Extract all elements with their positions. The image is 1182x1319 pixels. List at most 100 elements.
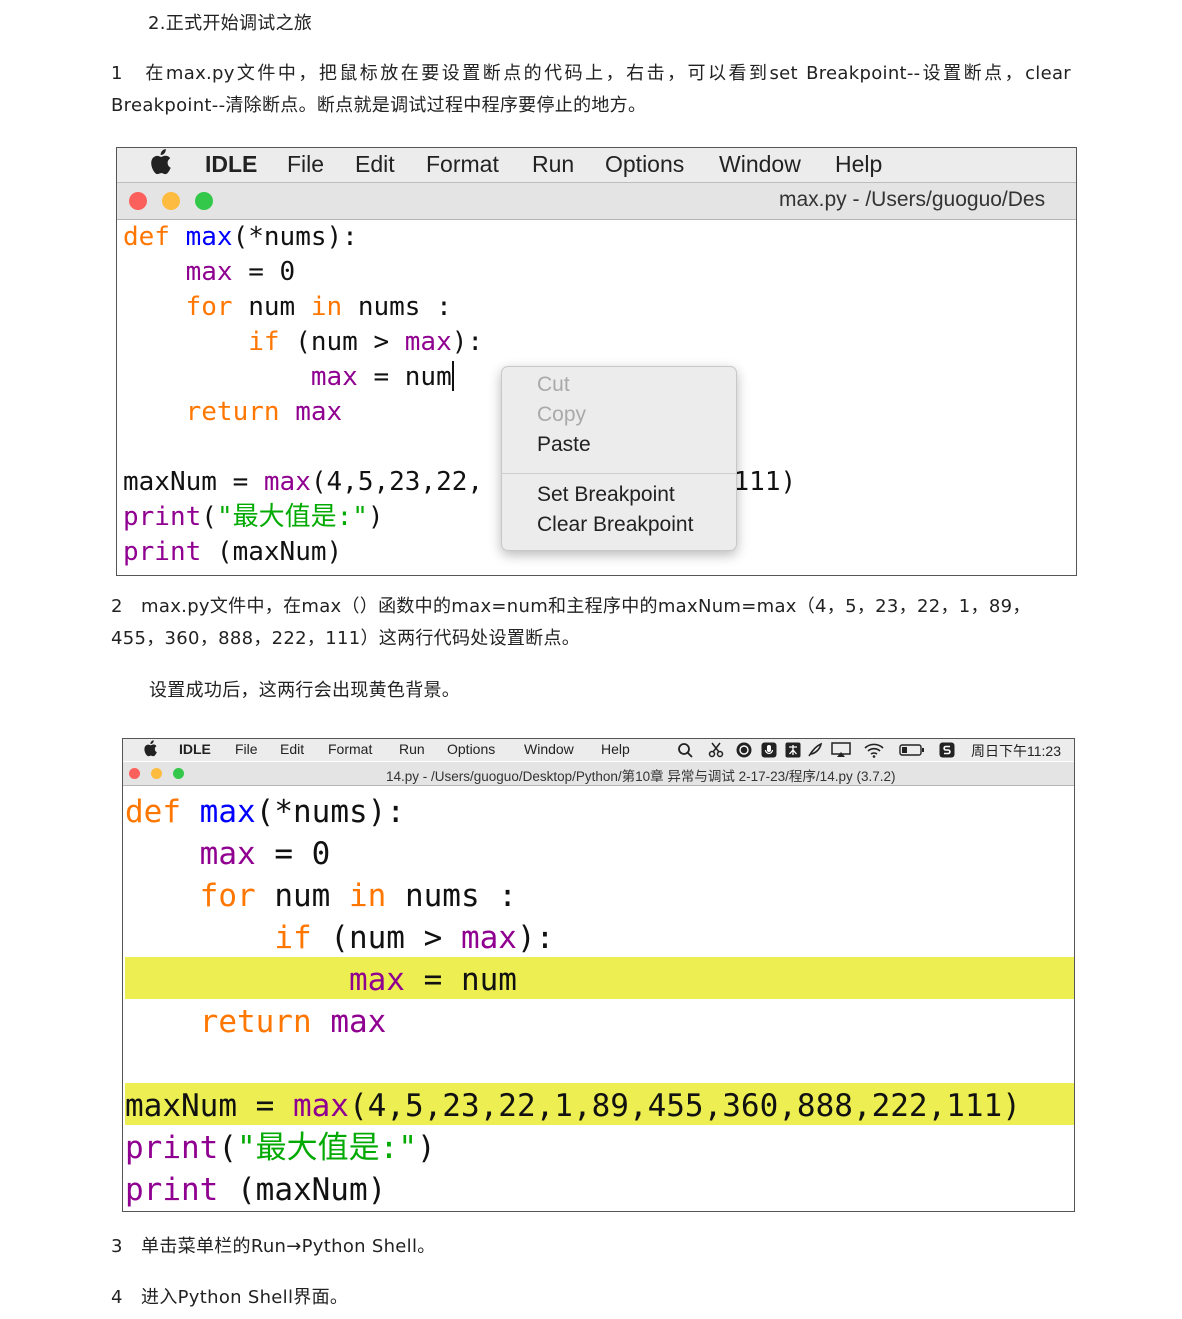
code-token: "最大值是:" [216, 502, 368, 532]
code-token: in [310, 292, 343, 322]
code-token: (4,5,23,22,1,89,455,360,888,222,111) [348, 1088, 1021, 1124]
window-title-bar: max.py - /Users/guoguo/Des [117, 183, 1076, 220]
code-token: (maxNum) [218, 1172, 387, 1208]
section-title: 2.正式开始调试之旅 [148, 13, 313, 34]
airplay-icon[interactable] [831, 742, 851, 758]
wifi-icon[interactable] [864, 742, 884, 758]
menu-idle[interactable]: IDLE [179, 741, 211, 757]
input-method-icon[interactable] [939, 742, 955, 758]
code-token: ( [201, 502, 217, 532]
code-token: max [199, 794, 256, 830]
code-token: ): [516, 920, 555, 956]
code-token: def [125, 794, 181, 830]
code-token: return [199, 1004, 312, 1040]
window-title: max.py - /Users/guoguo/Des [779, 188, 1046, 211]
code-token: max [185, 222, 233, 252]
mac-menu-bar: IDLE File Edit Format Run Options Window… [117, 148, 1076, 183]
menu-window[interactable]: Window [524, 741, 574, 757]
menu-file[interactable]: File [287, 151, 324, 178]
minimize-button[interactable] [162, 192, 180, 210]
code-token: nums : [342, 292, 452, 322]
code-token: (maxNum) [201, 537, 343, 567]
step-4-text: 4 进入Python Shell界面。 [111, 1287, 349, 1308]
code-token: print [125, 1130, 219, 1166]
code-token: def [123, 222, 170, 252]
code-token: return [185, 397, 280, 427]
feather-icon[interactable] [807, 742, 823, 758]
code-token: maxNum = [125, 1088, 293, 1124]
close-button[interactable] [129, 192, 147, 210]
text-cursor [451, 361, 454, 391]
menu-item-set-breakpoint[interactable]: Set Breakpoint [537, 483, 675, 507]
close-button[interactable] [129, 768, 140, 779]
microphone-icon[interactable] [761, 742, 777, 758]
menu-help[interactable]: Help [601, 741, 630, 757]
menu-separator [502, 473, 736, 474]
menu-run[interactable]: Run [532, 151, 574, 178]
search-icon[interactable] [677, 742, 693, 758]
code-token: (num > [311, 920, 461, 956]
mac-menu-bar: IDLE File Edit Format Run Options Window… [123, 739, 1074, 761]
code-token: max [330, 1004, 387, 1040]
code-token: = 0 [232, 257, 296, 287]
menu-edit[interactable]: Edit [355, 151, 395, 178]
code-token: max [404, 327, 452, 357]
apple-icon[interactable] [149, 149, 171, 181]
menu-options[interactable]: Options [447, 741, 495, 757]
translate-icon[interactable] [785, 742, 801, 758]
menu-help[interactable]: Help [835, 151, 882, 178]
code-token: = num [404, 962, 517, 998]
apple-icon[interactable] [143, 740, 157, 760]
code-token: max [185, 257, 233, 287]
code-token: = num [357, 362, 452, 392]
code-token: max [310, 362, 358, 392]
window-title-bar: 14.py - /Users/guoguo/Desktop/Python/第10… [123, 762, 1074, 786]
menu-item-clear-breakpoint[interactable]: Clear Breakpoint [537, 513, 693, 537]
battery-icon[interactable] [899, 742, 925, 758]
minimize-button[interactable] [151, 768, 162, 779]
step-3-text: 3 单击菜单栏的Run→Python Shell。 [111, 1236, 436, 1257]
code-token: (*nums): [232, 222, 358, 252]
menu-format[interactable]: Format [328, 741, 372, 757]
code-token: (num > [279, 327, 405, 357]
code-token: max [348, 962, 405, 998]
menu-edit[interactable]: Edit [280, 741, 304, 757]
menu-item-paste[interactable]: Paste [537, 433, 591, 457]
menu-run[interactable]: Run [399, 741, 425, 757]
code-token: for [185, 292, 233, 322]
code-token: max [460, 920, 517, 956]
menu-file[interactable]: File [235, 741, 258, 757]
code-token: (4,5,23,22, [310, 467, 484, 497]
idle-screenshot-breakpoints: IDLE File Edit Format Run Options Window… [122, 738, 1075, 1212]
zoom-button[interactable] [195, 192, 213, 210]
code-token: for [199, 878, 256, 914]
menu-window[interactable]: Window [719, 151, 801, 178]
code-token: max [295, 397, 343, 427]
code-token: "最大值是:" [237, 1130, 417, 1166]
menu-item-copy: Copy [537, 403, 587, 426]
code-token: in [348, 878, 387, 914]
step-2-text: 2 max.py文件中，在max（）函数中的max=num和主程序中的maxNu… [111, 596, 1031, 649]
menu-format[interactable]: Format [426, 151, 499, 178]
code-token: if [248, 327, 280, 357]
code-token: num [232, 292, 311, 322]
step-1-text: 1 在max.py文件中，把鼠标放在要设置断点的代码上，右击，可以看到set B… [111, 63, 1071, 116]
context-menu: Cut Copy Paste Set Breakpoint Clear Brea… [501, 366, 737, 551]
wechat-icon[interactable] [736, 742, 752, 758]
menu-clock[interactable]: 周日下午11:23 [971, 741, 1061, 761]
menu-options[interactable]: Options [605, 151, 684, 178]
scissors-icon[interactable] [708, 742, 724, 758]
menu-idle[interactable]: IDLE [205, 151, 257, 178]
menu-item-cut: Cut [537, 373, 570, 396]
code-editor[interactable]: def max(*nums): max = 0 for num in nums … [125, 791, 1021, 1211]
window-title: 14.py - /Users/guoguo/Desktop/Python/第10… [386, 769, 896, 784]
code-token: if [274, 920, 312, 956]
idle-screenshot-context-menu: IDLE File Edit Format Run Options Window… [116, 147, 1077, 576]
zoom-button[interactable] [173, 768, 184, 779]
code-token: ) [417, 1130, 436, 1166]
note-text: 设置成功后，这两行会出现黄色背景。 [149, 680, 461, 701]
code-token: (*nums): [255, 794, 405, 830]
code-token: = 0 [255, 836, 331, 872]
code-token: nums : [386, 878, 517, 914]
code-token: max [199, 836, 256, 872]
